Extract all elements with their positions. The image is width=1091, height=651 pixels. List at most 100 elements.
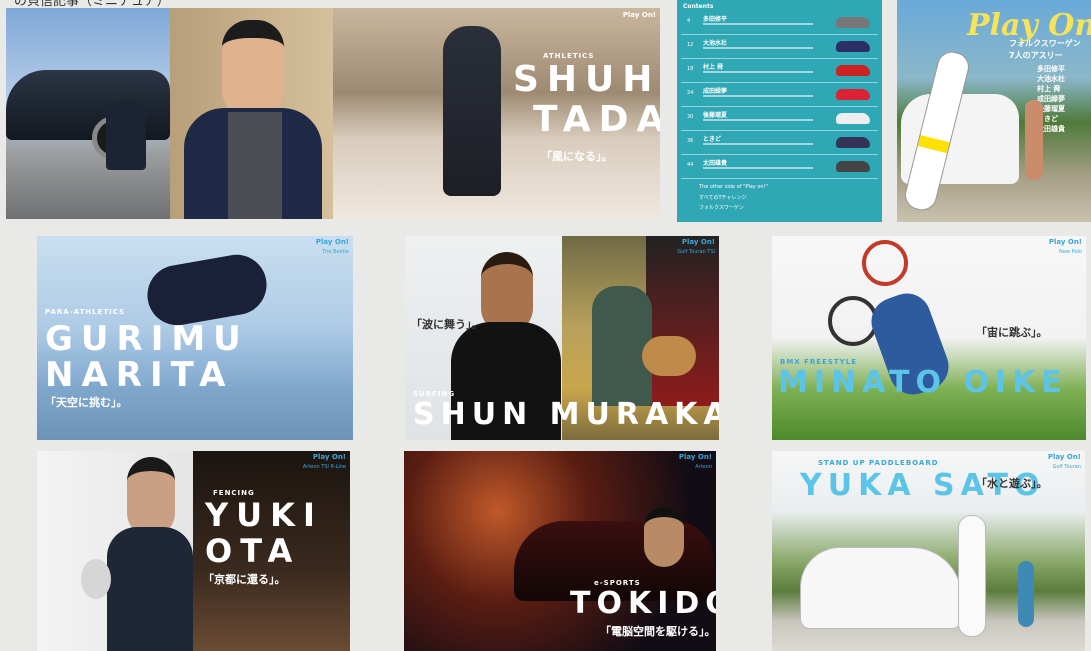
- car-model-label: Golf Touran: [1052, 464, 1081, 470]
- thumbnail-ota-spread[interactable]: FENCING YUKI OTA 「京都に還る」。 Play On! Arteo…: [37, 451, 350, 651]
- car-thumbnail: [836, 41, 870, 52]
- thumbnail-murakami-spread[interactable]: 「波に舞う」。 SURFING SHUN MURAKAMI Play On! G…: [405, 236, 719, 440]
- contents-page-number: 12: [687, 42, 694, 48]
- cover-athlete-name: 大池水杜: [1037, 75, 1065, 83]
- photo-temple: FENCING YUKI OTA 「京都に還る」。 Play On! Arteo…: [193, 451, 350, 651]
- car-model-label: The Beetle: [322, 249, 349, 255]
- athlete-name-line2: OTA: [205, 532, 301, 570]
- play-on-logo: Play On!: [1047, 453, 1081, 461]
- catch-copy: 「電脳空間を駆ける」。: [600, 625, 716, 638]
- contents-footer-3: フォルクスワーゲン: [699, 205, 744, 211]
- contents-athlete-name: 成田緑夢: [703, 88, 728, 95]
- contents-description-line: [703, 47, 813, 49]
- contents-athlete-name: 太田雄貴: [703, 160, 728, 167]
- catch-copy: 「宙に跳ぶ」。: [976, 326, 1048, 339]
- contents-description-line: [703, 95, 813, 97]
- contents-footer-2: すべてのTチャレンジ: [699, 195, 747, 201]
- play-on-logo: Play On!: [678, 453, 712, 461]
- contents-page-number: 36: [687, 138, 694, 144]
- cover-subtitle-2: 7人のアスリー: [1009, 51, 1063, 60]
- category-label: PARA-ATHLETICS: [45, 308, 126, 316]
- contents-description-line: [703, 119, 813, 121]
- contents-description-line: [703, 23, 813, 25]
- athlete-name-line2: TADA: [533, 99, 660, 140]
- contents-row: 12 大池水杜: [681, 36, 878, 59]
- category-label: ATHLETICS: [543, 52, 595, 60]
- white-van-image: [800, 547, 962, 629]
- athlete-name: MINATO OIKE: [778, 365, 1068, 400]
- thumbnail-narita-spread[interactable]: PARA-ATHLETICS GURIMU NARITA 「天空に挑む」。 Pl…: [37, 236, 353, 440]
- face: [127, 457, 175, 537]
- catch-copy: 「風になる」。: [541, 150, 613, 163]
- car-thumbnail: [836, 161, 870, 172]
- thumbnail-tokido-spread[interactable]: e-SPORTS TOKIDO 「電脳空間を駆ける」。 Play On! Art…: [404, 451, 716, 651]
- catch-copy: 「水と遊ぶ」。: [976, 477, 1048, 490]
- paddleboard-image: [958, 515, 986, 637]
- contents-description-line: [703, 143, 813, 145]
- athlete-figure: [106, 100, 146, 170]
- athlete-name-line1: GURIMU: [45, 319, 249, 359]
- contents-title: Contents: [683, 3, 714, 10]
- skydiver-figure: [142, 250, 272, 330]
- cover-subtitle-1: フォルクスワーゲン: [1009, 39, 1081, 48]
- athlete-name: SHUN MURAKAMI: [413, 397, 719, 432]
- contents-athlete-name: 大池水杜: [703, 40, 728, 47]
- play-on-logo: Play On!: [315, 238, 349, 246]
- photo-running-beach: SHUHEI TADA ATHLETICS 「風になる」。 Play On!: [333, 8, 660, 219]
- contents-page-number: 4: [687, 18, 691, 24]
- contents-row: 18 村上 舜: [681, 60, 878, 83]
- thumbnail-tada-spread[interactable]: SHUHEI TADA ATHLETICS 「風になる」。 Play On!: [6, 8, 660, 219]
- contents-row: 4 多田修平: [681, 12, 878, 35]
- car-model-label: New Polo: [1059, 249, 1082, 255]
- contents-athlete-name: 村上 舜: [703, 64, 724, 71]
- fencing-mask: [81, 559, 111, 599]
- car-thumbnail: [836, 113, 870, 124]
- photo-fencer: [37, 451, 193, 651]
- contents-footer-1: The other side of "Play on!": [699, 184, 768, 190]
- athlete-figure: [1018, 561, 1034, 627]
- cover-athlete-name: 村上 舜: [1037, 85, 1061, 93]
- athlete-name-line1: YUKI: [205, 496, 323, 534]
- car-thumbnail: [836, 89, 870, 100]
- dog-figure: [642, 336, 696, 376]
- athlete-name-line2: NARITA: [45, 355, 234, 395]
- bmx-wheel-front: [862, 240, 908, 286]
- contents-page-number: 24: [687, 90, 694, 96]
- car-thumbnail: [836, 137, 870, 148]
- contents-row: 24 成田緑夢: [681, 84, 878, 107]
- person-figure: [592, 286, 652, 406]
- suit: [107, 527, 193, 651]
- contents-page-number: 44: [687, 162, 694, 168]
- sweater: [228, 112, 282, 219]
- thumbnail-sato-spread[interactable]: STAND UP PADDLEBOARD YUKA SATO 「水と遊ぶ」。 P…: [772, 451, 1085, 651]
- car-trunk: [646, 236, 719, 406]
- contents-row: 36 ときど: [681, 132, 878, 155]
- cover-athlete-name: 多田修平: [1037, 65, 1065, 73]
- catch-copy: 「波に舞う」。: [411, 318, 483, 331]
- contents-athlete-name: ときど: [703, 136, 722, 143]
- catch-copy: 「天空に挑む」。: [45, 396, 128, 409]
- person-figure: [644, 507, 684, 567]
- catch-copy: 「京都に還る」。: [203, 573, 286, 586]
- athlete-name: TOKIDO: [570, 586, 716, 621]
- car-model-label: Arteon TSI R-Line: [302, 464, 346, 470]
- contents-description-line: [703, 167, 813, 169]
- contents-athlete-name: 後藤瑠夏: [703, 112, 728, 119]
- car-thumbnail: [836, 17, 870, 28]
- thumbnail-cover[interactable]: Play On フォルクスワーゲン 7人のアスリー 多田修平 大池水杜 村上 舜成田…: [897, 0, 1091, 222]
- contents-row: 30 後藤瑠夏: [681, 108, 878, 131]
- car-model-label: Arteon: [695, 464, 712, 470]
- play-on-logo: Play On!: [1048, 238, 1082, 246]
- category-label: STAND UP PADDLEBOARD: [818, 459, 939, 467]
- contents-page-number: 30: [687, 114, 694, 120]
- car-model-label: Golf Touran TSI: [677, 249, 715, 255]
- thumbnail-oike-spread[interactable]: 「宙に跳ぶ」。 BMX FREESTYLE MINATO OIKE Play O…: [772, 236, 1086, 440]
- face: [222, 20, 284, 120]
- thumbnail-contents-page[interactable]: Contents 4 多田修平 12 大池水杜 18 村上 舜 24 成田緑夢 30 後藤瑠夏 36…: [677, 0, 882, 222]
- contents-description-line: [703, 71, 813, 73]
- contents-page-number: 18: [687, 66, 694, 72]
- runner-figure: [443, 26, 501, 196]
- photo-car-crouch: [6, 8, 170, 219]
- athlete-figure: [1025, 100, 1043, 180]
- car-thumbnail: [836, 65, 870, 76]
